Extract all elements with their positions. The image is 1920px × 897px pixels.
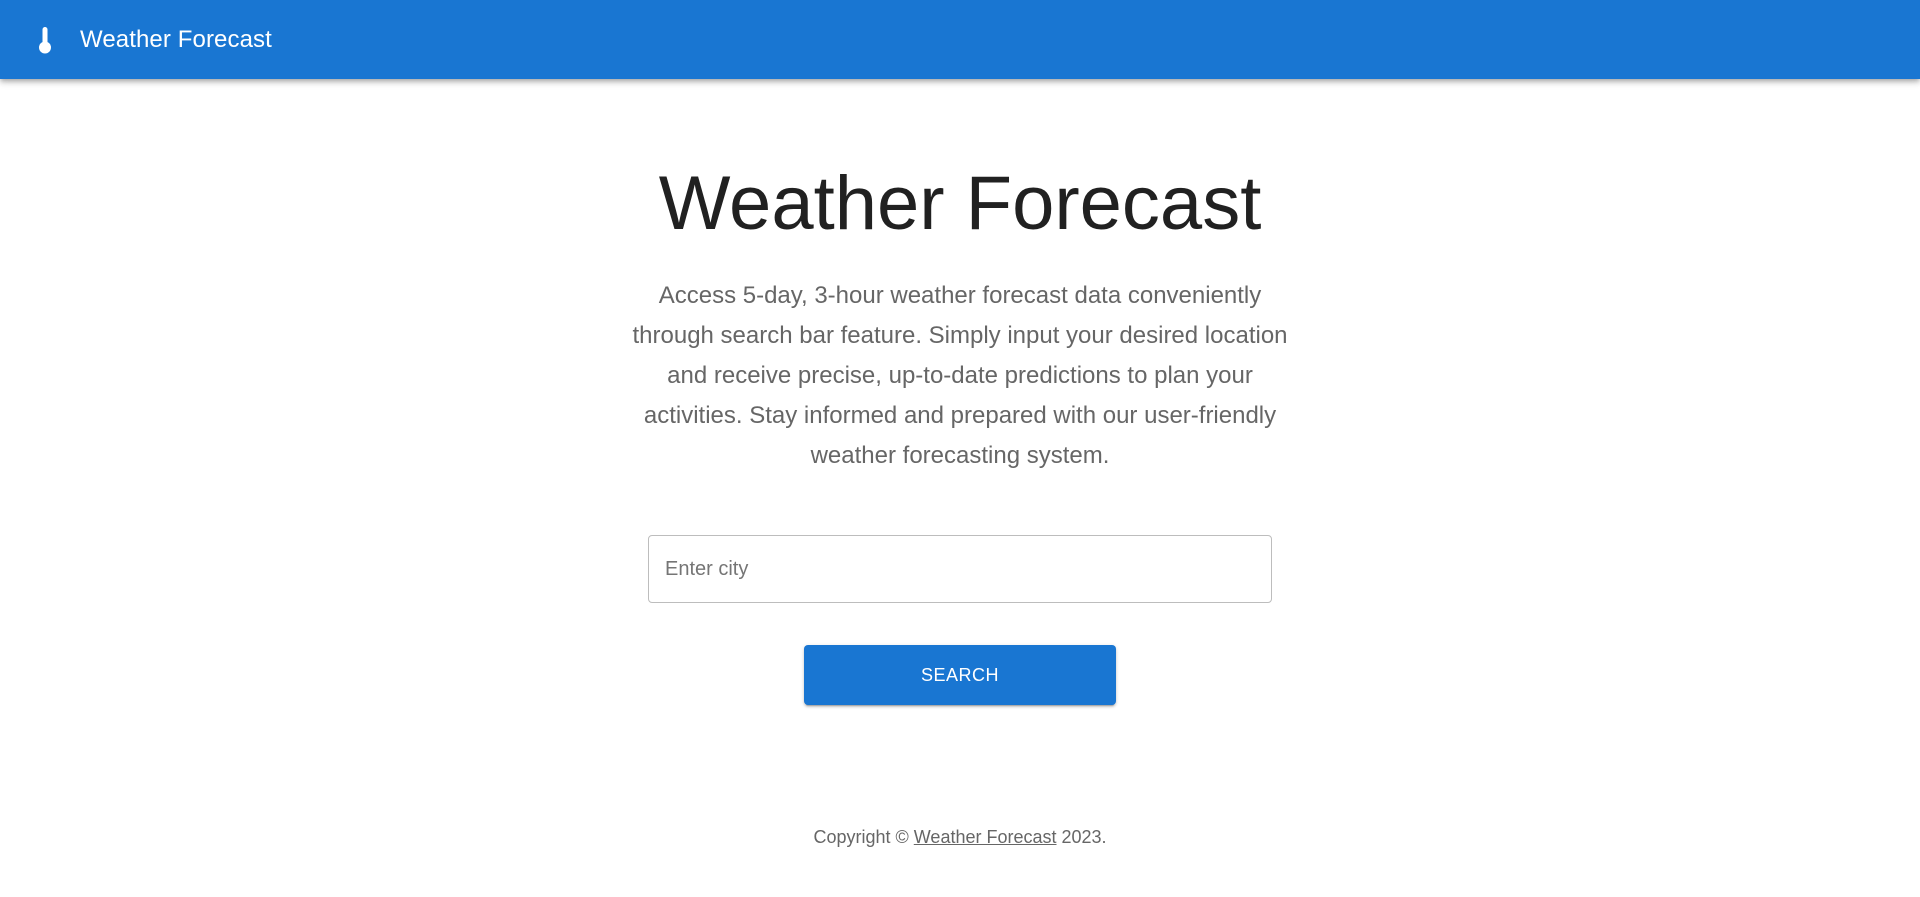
search-button[interactable]: SEARCH	[804, 645, 1116, 705]
footer-brand-link[interactable]: Weather Forecast	[914, 827, 1057, 847]
page-description: Access 5-day, 3-hour weather forecast da…	[632, 282, 1288, 469]
app-brand-title[interactable]: Weather Forecast	[80, 26, 272, 54]
footer-copyright-year: 2023.	[1056, 827, 1107, 847]
page-title: Weather Forecast	[658, 161, 1262, 246]
footer: Copyright © Weather Forecast 2023.	[0, 826, 1920, 848]
city-search-field[interactable]	[648, 535, 1272, 603]
thermometer-icon[interactable]	[36, 25, 54, 55]
city-search-input[interactable]	[649, 536, 1271, 602]
app-bar: Weather Forecast	[0, 0, 1920, 79]
footer-copyright-prefix: Copyright ©	[813, 827, 914, 847]
